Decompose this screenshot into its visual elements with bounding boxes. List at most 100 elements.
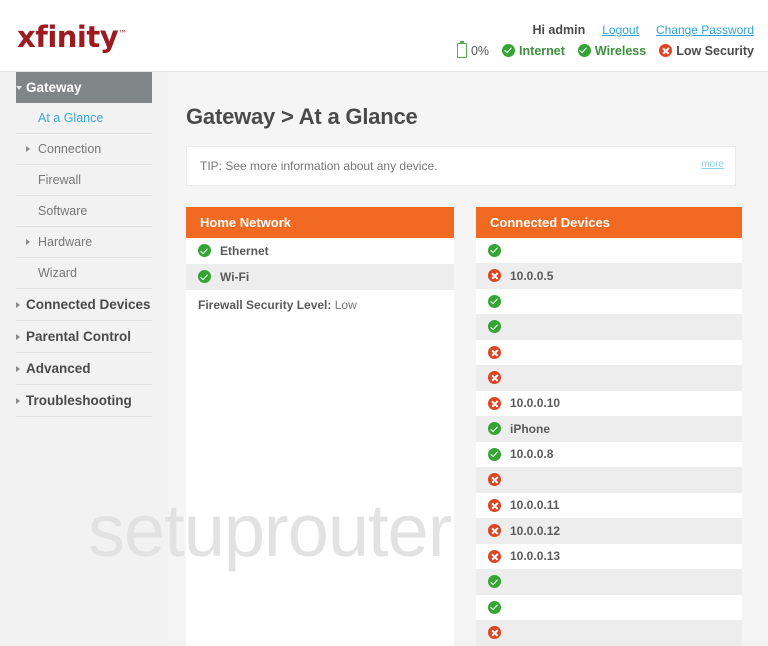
table-row[interactable] <box>476 467 742 493</box>
chevron-right-icon <box>16 397 20 404</box>
x-circle-icon <box>488 524 501 538</box>
trademark-symbol: ™ <box>118 29 127 40</box>
x-circle-icon <box>659 44 673 57</box>
battery-icon <box>456 41 467 58</box>
sidebar-item-label: Advanced <box>26 361 91 376</box>
table-row[interactable] <box>476 314 742 340</box>
device-label: iPhone <box>510 421 551 436</box>
device-label: 10.0.0.12 <box>510 523 561 538</box>
device-label: 10.0.0.11 <box>510 498 560 513</box>
chevron-right-icon <box>26 146 30 152</box>
sidebar-item-label: Troubleshooting <box>26 393 132 408</box>
sidebar-item-advanced[interactable]: Advanced <box>16 353 152 385</box>
sidebar-item-troubleshooting[interactable]: Troubleshooting <box>16 385 152 417</box>
status-internet[interactable]: Internet <box>502 44 565 58</box>
connected-devices-panel: Connected Devices 10.0.0.5 10.0.0.10 iPhon… <box>476 206 742 646</box>
sidebar-item-label: At a Glance <box>38 111 104 125</box>
table-row[interactable] <box>476 238 742 264</box>
sidebar-item-label: Connection <box>38 142 102 156</box>
table-row[interactable]: 10.0.0.12 <box>476 518 742 544</box>
chevron-right-icon <box>26 239 30 245</box>
sidebar-item-parental-control[interactable]: Parental Control <box>16 321 152 353</box>
chevron-right-icon <box>16 301 20 308</box>
sidebar-item-label: Connected Devices <box>26 297 151 312</box>
table-row[interactable]: iPhone <box>476 416 742 442</box>
greeting-text: Hi admin <box>532 23 586 37</box>
table-row[interactable] <box>476 340 742 366</box>
x-circle-icon <box>488 371 501 385</box>
sidebar-item-label: Software <box>38 204 88 218</box>
sidebar-item-wizard[interactable]: Wizard <box>16 258 152 289</box>
sidebar-item-label: Parental Control <box>26 329 132 344</box>
table-row[interactable]: 10.0.0.11 <box>476 493 742 519</box>
sidebar-item-software[interactable]: Software <box>16 196 152 227</box>
x-circle-icon <box>488 626 501 640</box>
home-network-row[interactable]: Ethernet <box>186 238 454 264</box>
xfinity-logo: xfinity™ <box>17 20 127 54</box>
check-circle-icon <box>488 575 501 589</box>
chevron-right-icon <box>16 365 20 372</box>
connected-devices-list: 10.0.0.5 10.0.0.10 iPhone 10.0.0.8 10.0.0.11… <box>476 238 742 646</box>
firewall-security-level: Firewall Security Level: Low <box>186 290 454 322</box>
table-row[interactable] <box>476 365 742 391</box>
logout-link[interactable]: Logout <box>602 23 639 37</box>
status-security-label: Low Security <box>676 43 754 58</box>
check-circle-icon <box>488 243 501 257</box>
check-circle-icon <box>488 447 501 461</box>
table-row[interactable] <box>476 289 742 315</box>
home-network-panel: Home Network Ethernet Wi-Fi Firewall Sec… <box>186 206 454 646</box>
sidebar-nav: Gateway At a Glance Connection Firewall … <box>0 72 168 642</box>
check-circle-icon <box>502 44 516 57</box>
status-wireless-label: Wireless <box>594 43 647 58</box>
sidebar-item-gateway[interactable]: Gateway <box>16 72 152 103</box>
device-label: 10.0.0.5 <box>510 268 554 283</box>
chevron-down-icon <box>16 85 22 90</box>
device-label: 10.0.0.10 <box>510 396 561 411</box>
check-circle-icon <box>488 294 501 308</box>
check-circle-icon <box>198 244 211 258</box>
sidebar-item-firewall[interactable]: Firewall <box>16 165 152 196</box>
status-wireless[interactable]: Wireless <box>577 43 647 58</box>
x-circle-icon <box>488 345 501 359</box>
x-circle-icon <box>488 549 501 563</box>
battery-status: 0% <box>456 41 490 58</box>
tip-more-link[interactable]: more <box>701 159 724 170</box>
battery-percent: 0% <box>470 43 490 58</box>
tip-text: TIP: See more information about any devi… <box>200 158 438 173</box>
page-header: xfinity™ Hi admin Logout Change Password… <box>0 0 768 72</box>
status-internet-label: Internet <box>519 43 565 58</box>
x-circle-icon <box>488 269 501 283</box>
tip-bar: TIP: See more information about any devi… <box>186 145 736 186</box>
table-row[interactable]: 10.0.0.5 <box>476 263 742 289</box>
home-network-title: Home Network <box>186 206 454 238</box>
table-row[interactable]: 10.0.0.13 <box>476 544 742 570</box>
sidebar-item-connection[interactable]: Connection <box>16 134 152 165</box>
check-circle-icon <box>488 600 501 614</box>
device-label: 10.0.0.8 <box>510 447 554 462</box>
home-network-row[interactable]: Wi-Fi <box>186 263 454 290</box>
sidebar-item-label: Firewall <box>38 173 82 187</box>
sidebar-item-connected-devices[interactable]: Connected Devices <box>16 289 152 321</box>
table-row[interactable] <box>476 595 742 621</box>
sidebar-item-at-a-glance[interactable]: At a Glance <box>16 103 152 134</box>
change-password-link[interactable]: Change Password <box>656 23 754 37</box>
status-security[interactable]: Low Security <box>659 44 754 58</box>
check-circle-icon <box>577 44 591 57</box>
firewall-label: Firewall Security Level: <box>198 297 332 312</box>
check-circle-icon <box>198 270 211 284</box>
row-label: Wi-Fi <box>220 269 250 284</box>
x-circle-icon <box>488 473 501 487</box>
table-row[interactable]: 10.0.0.10 <box>476 391 742 417</box>
status-row: 0% Internet Wireless Low Security <box>456 41 754 58</box>
sidebar-item-hardware[interactable]: Hardware <box>16 227 152 258</box>
sidebar-item-label: Hardware <box>38 235 93 249</box>
table-row[interactable]: 10.0.0.8 <box>476 442 742 468</box>
table-row[interactable] <box>476 569 742 595</box>
firewall-value: Low <box>334 297 357 312</box>
chevron-right-icon <box>16 333 20 340</box>
account-row: Hi admin Logout Change Password <box>532 23 754 37</box>
logo-text: xfinity <box>17 20 119 54</box>
page-title: Gateway > At a Glance <box>186 103 418 129</box>
sidebar-item-label: Gateway <box>26 80 82 95</box>
device-label: 10.0.0.13 <box>510 549 561 564</box>
